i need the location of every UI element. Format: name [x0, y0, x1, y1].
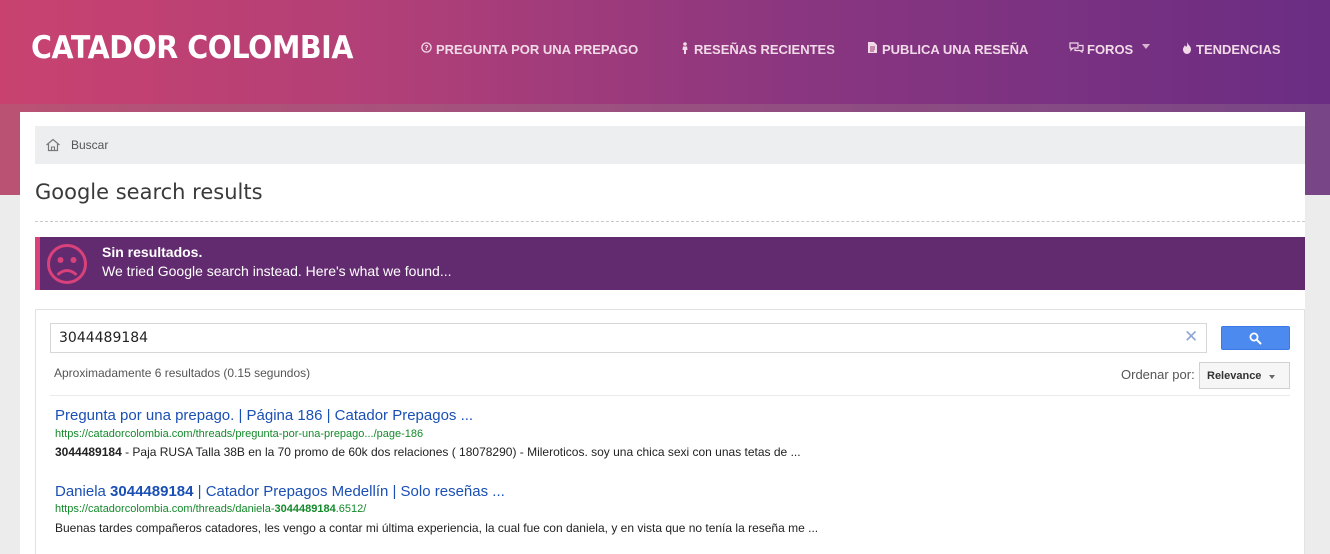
- url-text: https://catadorcolombia.com/threads/dani…: [55, 503, 275, 515]
- no-results-notice: Sin resultados. We tried Google search i…: [35, 237, 1305, 290]
- url-text: .6512/: [335, 503, 367, 515]
- breadcrumb-buscar[interactable]: Buscar: [71, 138, 108, 152]
- chevron-down-icon: [1269, 375, 1275, 379]
- divider: [35, 221, 1305, 222]
- nav-item-publica[interactable]: PUBLICA UNA RESEÑA: [866, 41, 1028, 57]
- result-title-link[interactable]: Pregunta por una prepago. | Página 186 |…: [55, 407, 473, 424]
- result-snippet: 3044489184 - Paja RUSA Talla 38B en la 7…: [55, 445, 801, 459]
- title-text: Daniela: [55, 483, 111, 500]
- search-input[interactable]: [50, 323, 1207, 353]
- nav-label: RESEÑAS RECIENTES: [694, 41, 835, 57]
- nav-label: FOROS: [1087, 41, 1134, 57]
- search-icon: [1249, 332, 1262, 344]
- svg-text:?: ?: [424, 44, 428, 52]
- sad-face-icon: [46, 243, 88, 285]
- result-snippet: Buenas tardes compañeros catadores, les …: [55, 521, 819, 535]
- breadcrumb: Buscar: [35, 126, 1305, 164]
- nav-item-pregunta[interactable]: ? PREGUNTA POR UNA PREPAGO: [420, 41, 638, 57]
- question-circle-icon: ?: [420, 42, 433, 56]
- notice-message: We tried Google search instead. Here's w…: [102, 263, 452, 279]
- home-icon[interactable]: [45, 138, 61, 152]
- order-select[interactable]: Relevance: [1199, 362, 1290, 389]
- nav-item-tendencias[interactable]: TENDENCIAS: [1180, 41, 1281, 57]
- fire-icon: [1180, 41, 1193, 57]
- result-url: https://catadorcolombia.com/threads/preg…: [55, 428, 424, 440]
- page-title: Google search results: [35, 180, 263, 204]
- result-url: https://catadorcolombia.com/threads/dani…: [55, 503, 366, 515]
- divider: [50, 395, 1290, 396]
- chevron-down-icon[interactable]: [1142, 44, 1150, 49]
- snippet-highlight: 3044489184: [55, 445, 122, 459]
- order-label: Ordenar por:: [1121, 367, 1195, 382]
- nav-item-foros[interactable]: FOROS: [1068, 41, 1133, 57]
- snippet-text: - Paja RUSA Talla 38B en la 70 promo de …: [121, 445, 801, 459]
- comments-icon: [1068, 42, 1084, 56]
- url-highlight: 3044489184: [274, 503, 336, 515]
- search-button[interactable]: [1221, 326, 1290, 350]
- nav-item-resenas[interactable]: RESEÑAS RECIENTES: [678, 41, 835, 57]
- order-value: Relevance: [1207, 369, 1262, 382]
- result-title-link[interactable]: Daniela 3044489184 | Catador Prepagos Me…: [55, 483, 505, 500]
- site-logo[interactable]: CATADOR COLOMBIA: [31, 30, 353, 66]
- nav-label: PUBLICA UNA RESEÑA: [882, 41, 1029, 57]
- title-text: | Catador Prepagos Medellín | Solo reseñ…: [193, 483, 505, 500]
- results-count: Aproximadamente 6 resultados (0.15 segun…: [54, 366, 311, 380]
- notice-title: Sin resultados.: [102, 244, 203, 260]
- close-icon[interactable]: ✕: [1184, 327, 1198, 347]
- female-icon: [678, 41, 691, 57]
- file-icon: [866, 42, 879, 56]
- nav-label: TENDENCIAS: [1196, 41, 1281, 57]
- nav-label: PREGUNTA POR UNA PREPAGO: [436, 41, 639, 57]
- title-highlight: 3044489184: [110, 483, 194, 500]
